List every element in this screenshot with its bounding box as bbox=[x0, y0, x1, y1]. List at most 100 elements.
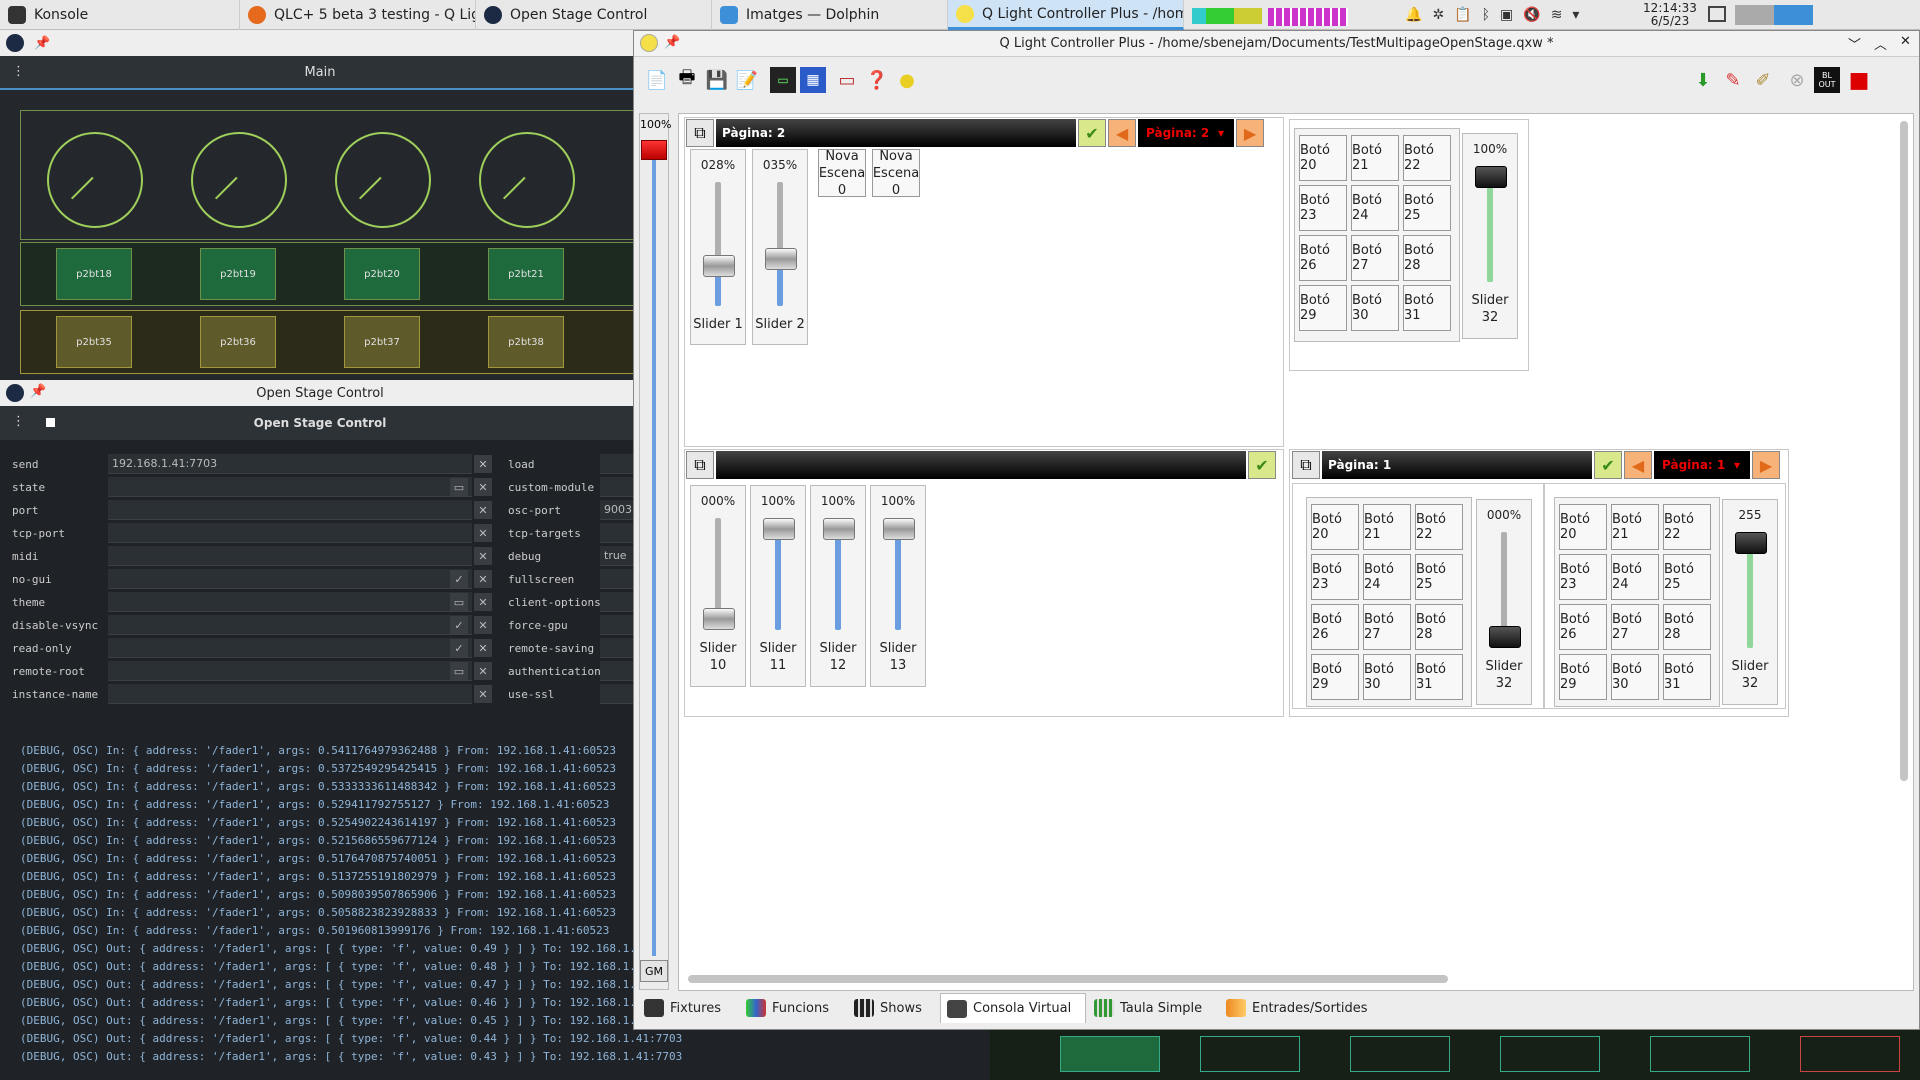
clear-icon[interactable]: ✕ bbox=[474, 478, 492, 496]
dmx-grid-icon[interactable]: ▦ bbox=[800, 67, 826, 93]
save-as-icon[interactable]: 📝 bbox=[734, 67, 760, 93]
slider-widget[interactable]: 100% Slider 32 bbox=[1462, 133, 1518, 339]
task-qlc-testing[interactable]: QLC+ 5 beta 3 testing - Q Light ... bbox=[240, 0, 476, 30]
notifications-icon[interactable]: 🔔 bbox=[1405, 7, 1422, 23]
about-icon[interactable]: ● bbox=[894, 67, 920, 93]
enable-frame-icon[interactable]: ✔ bbox=[1594, 451, 1622, 479]
scene-button[interactable]: Nova Escena 0 bbox=[872, 149, 920, 198]
grid-button[interactable]: Botó 23 bbox=[1311, 554, 1359, 600]
next-page-icon[interactable]: ▶ bbox=[1236, 119, 1264, 147]
clock[interactable]: 12:14:33 6/5/23 bbox=[1640, 2, 1700, 28]
grid-button[interactable]: Botó 25 bbox=[1403, 185, 1451, 231]
grid-button[interactable]: Botó 27 bbox=[1363, 604, 1411, 650]
option-field[interactable] bbox=[108, 500, 472, 520]
collapse-frame-icon[interactable]: ⧉ bbox=[686, 451, 714, 479]
add-widget-icon[interactable]: ⬇ bbox=[1690, 67, 1716, 93]
clear-icon[interactable]: ✕ bbox=[474, 662, 492, 680]
stop-all-icon[interactable]: ⊗ bbox=[1784, 67, 1810, 93]
grid-button[interactable]: Botó 23 bbox=[1299, 185, 1347, 231]
slider-widget[interactable]: 028% Slider 1 bbox=[690, 149, 746, 345]
slider-widget[interactable]: 035% Slider 2 bbox=[752, 149, 808, 345]
grid-button[interactable]: Botó 27 bbox=[1351, 235, 1399, 281]
option-field[interactable] bbox=[108, 477, 472, 497]
task-konsole[interactable]: Konsole bbox=[0, 0, 240, 30]
slider-widget[interactable]: 100% Slider 13 bbox=[870, 485, 926, 687]
checkbox-icon[interactable]: ✓ bbox=[450, 616, 468, 634]
slider-handle[interactable] bbox=[763, 518, 795, 540]
osc-button[interactable]: p2bt20 bbox=[344, 248, 420, 300]
page-select[interactable]: Pàgina: 2 ▾ bbox=[1138, 119, 1234, 147]
new-workspace-icon[interactable]: 📄 bbox=[644, 67, 670, 93]
close-icon[interactable]: ✕ bbox=[1900, 34, 1911, 49]
grid-button[interactable]: Botó 26 bbox=[1299, 235, 1347, 281]
grand-master-slider[interactable] bbox=[641, 140, 667, 160]
knob[interactable] bbox=[40, 125, 150, 235]
task-dolphin[interactable]: Imatges — Dolphin bbox=[712, 0, 948, 30]
checkbox-icon[interactable]: ✓ bbox=[450, 639, 468, 657]
tab-fixtures[interactable]: Fixtures bbox=[638, 993, 738, 1023]
grid-button[interactable]: Botó 24 bbox=[1351, 185, 1399, 231]
clear-icon[interactable]: ✕ bbox=[474, 455, 492, 473]
monitor-icon[interactable]: ▭ bbox=[770, 67, 796, 93]
clear-icon[interactable]: ✕ bbox=[474, 639, 492, 657]
task-qlc-plus[interactable]: Q Light Controller Plus - /home... bbox=[948, 0, 1184, 30]
menu-icon[interactable]: ⋮ bbox=[12, 414, 25, 429]
grid-button[interactable]: Botó 29 bbox=[1299, 285, 1347, 331]
pager-widget[interactable] bbox=[1735, 5, 1813, 25]
enable-frame-icon[interactable]: ✔ bbox=[1248, 451, 1276, 479]
grid-button[interactable]: Botó 28 bbox=[1403, 235, 1451, 281]
knob[interactable] bbox=[184, 125, 294, 235]
option-field[interactable] bbox=[108, 569, 472, 589]
bluetooth-icon[interactable]: ᛒ bbox=[1482, 7, 1490, 23]
wifi-icon[interactable]: ≋ bbox=[1551, 7, 1563, 23]
grid-button[interactable]: Botó 31 bbox=[1663, 654, 1711, 700]
grid-button[interactable]: Botó 22 bbox=[1415, 504, 1463, 550]
grid-button[interactable]: Botó 20 bbox=[1299, 135, 1347, 181]
grid-button[interactable]: Botó 28 bbox=[1415, 604, 1463, 650]
grid-button[interactable]: Botó 21 bbox=[1611, 504, 1659, 550]
scene-button[interactable]: Nova Escena 0 bbox=[818, 149, 866, 198]
operate-mode-icon[interactable]: ✐ bbox=[1750, 67, 1776, 93]
osc-button[interactable]: p2bt37 bbox=[344, 316, 420, 368]
slider-handle[interactable] bbox=[883, 518, 915, 540]
option-field[interactable] bbox=[108, 661, 472, 681]
tab-taula-simple[interactable]: Taula Simple bbox=[1088, 993, 1218, 1023]
slider-widget[interactable]: 255 Slider 32 bbox=[1722, 499, 1778, 705]
pin-icon[interactable]: 📌 bbox=[30, 384, 46, 399]
help-icon[interactable]: ❓ bbox=[864, 67, 890, 93]
horizontal-scrollbar[interactable] bbox=[688, 975, 1448, 983]
grid-button[interactable]: Botó 25 bbox=[1663, 554, 1711, 600]
slider-handle[interactable] bbox=[1475, 166, 1507, 188]
enable-frame-icon[interactable]: ✔ bbox=[1078, 119, 1106, 147]
run-mode-icon[interactable]: ■ bbox=[1846, 67, 1872, 93]
osc-button[interactable]: p2bt19 bbox=[200, 248, 276, 300]
tab-funcions[interactable]: Funcions bbox=[740, 993, 846, 1023]
grid-button[interactable]: Botó 26 bbox=[1311, 604, 1359, 650]
slider-widget[interactable]: 100% Slider 11 bbox=[750, 485, 806, 687]
grid-button[interactable]: Botó 29 bbox=[1559, 654, 1607, 700]
knob[interactable] bbox=[472, 125, 582, 235]
fullscreen-icon[interactable]: ▭ bbox=[834, 67, 860, 93]
stop-icon[interactable] bbox=[46, 418, 55, 427]
pin-icon[interactable]: 📌 bbox=[664, 35, 680, 50]
grid-button[interactable]: Botó 31 bbox=[1415, 654, 1463, 700]
checkbox-icon[interactable]: ✓ bbox=[450, 570, 468, 588]
collapse-frame-icon[interactable]: ⧉ bbox=[1292, 451, 1320, 479]
previous-page-icon[interactable]: ◀ bbox=[1108, 119, 1136, 147]
grid-button[interactable]: Botó 30 bbox=[1363, 654, 1411, 700]
option-field[interactable] bbox=[108, 592, 472, 612]
clear-icon[interactable]: ✕ bbox=[474, 685, 492, 703]
option-field[interactable] bbox=[108, 546, 472, 566]
slider-widget[interactable]: 100% Slider 12 bbox=[810, 485, 866, 687]
clear-icon[interactable]: ✕ bbox=[474, 547, 492, 565]
grid-button[interactable]: Botó 22 bbox=[1663, 504, 1711, 550]
slider-widget[interactable]: 000% Slider 10 bbox=[690, 485, 746, 687]
previous-page-icon[interactable]: ◀ bbox=[1624, 451, 1652, 479]
blackout-icon[interactable]: BL OUT bbox=[1814, 67, 1840, 93]
grand-master-button[interactable]: GM bbox=[640, 960, 668, 982]
grid-button[interactable]: Botó 30 bbox=[1611, 654, 1659, 700]
osc-button[interactable]: p2bt18 bbox=[56, 248, 132, 300]
tab-shows[interactable]: Shows bbox=[848, 993, 938, 1023]
grid-button[interactable]: Botó 30 bbox=[1351, 285, 1399, 331]
slider-handle[interactable] bbox=[1735, 532, 1767, 554]
